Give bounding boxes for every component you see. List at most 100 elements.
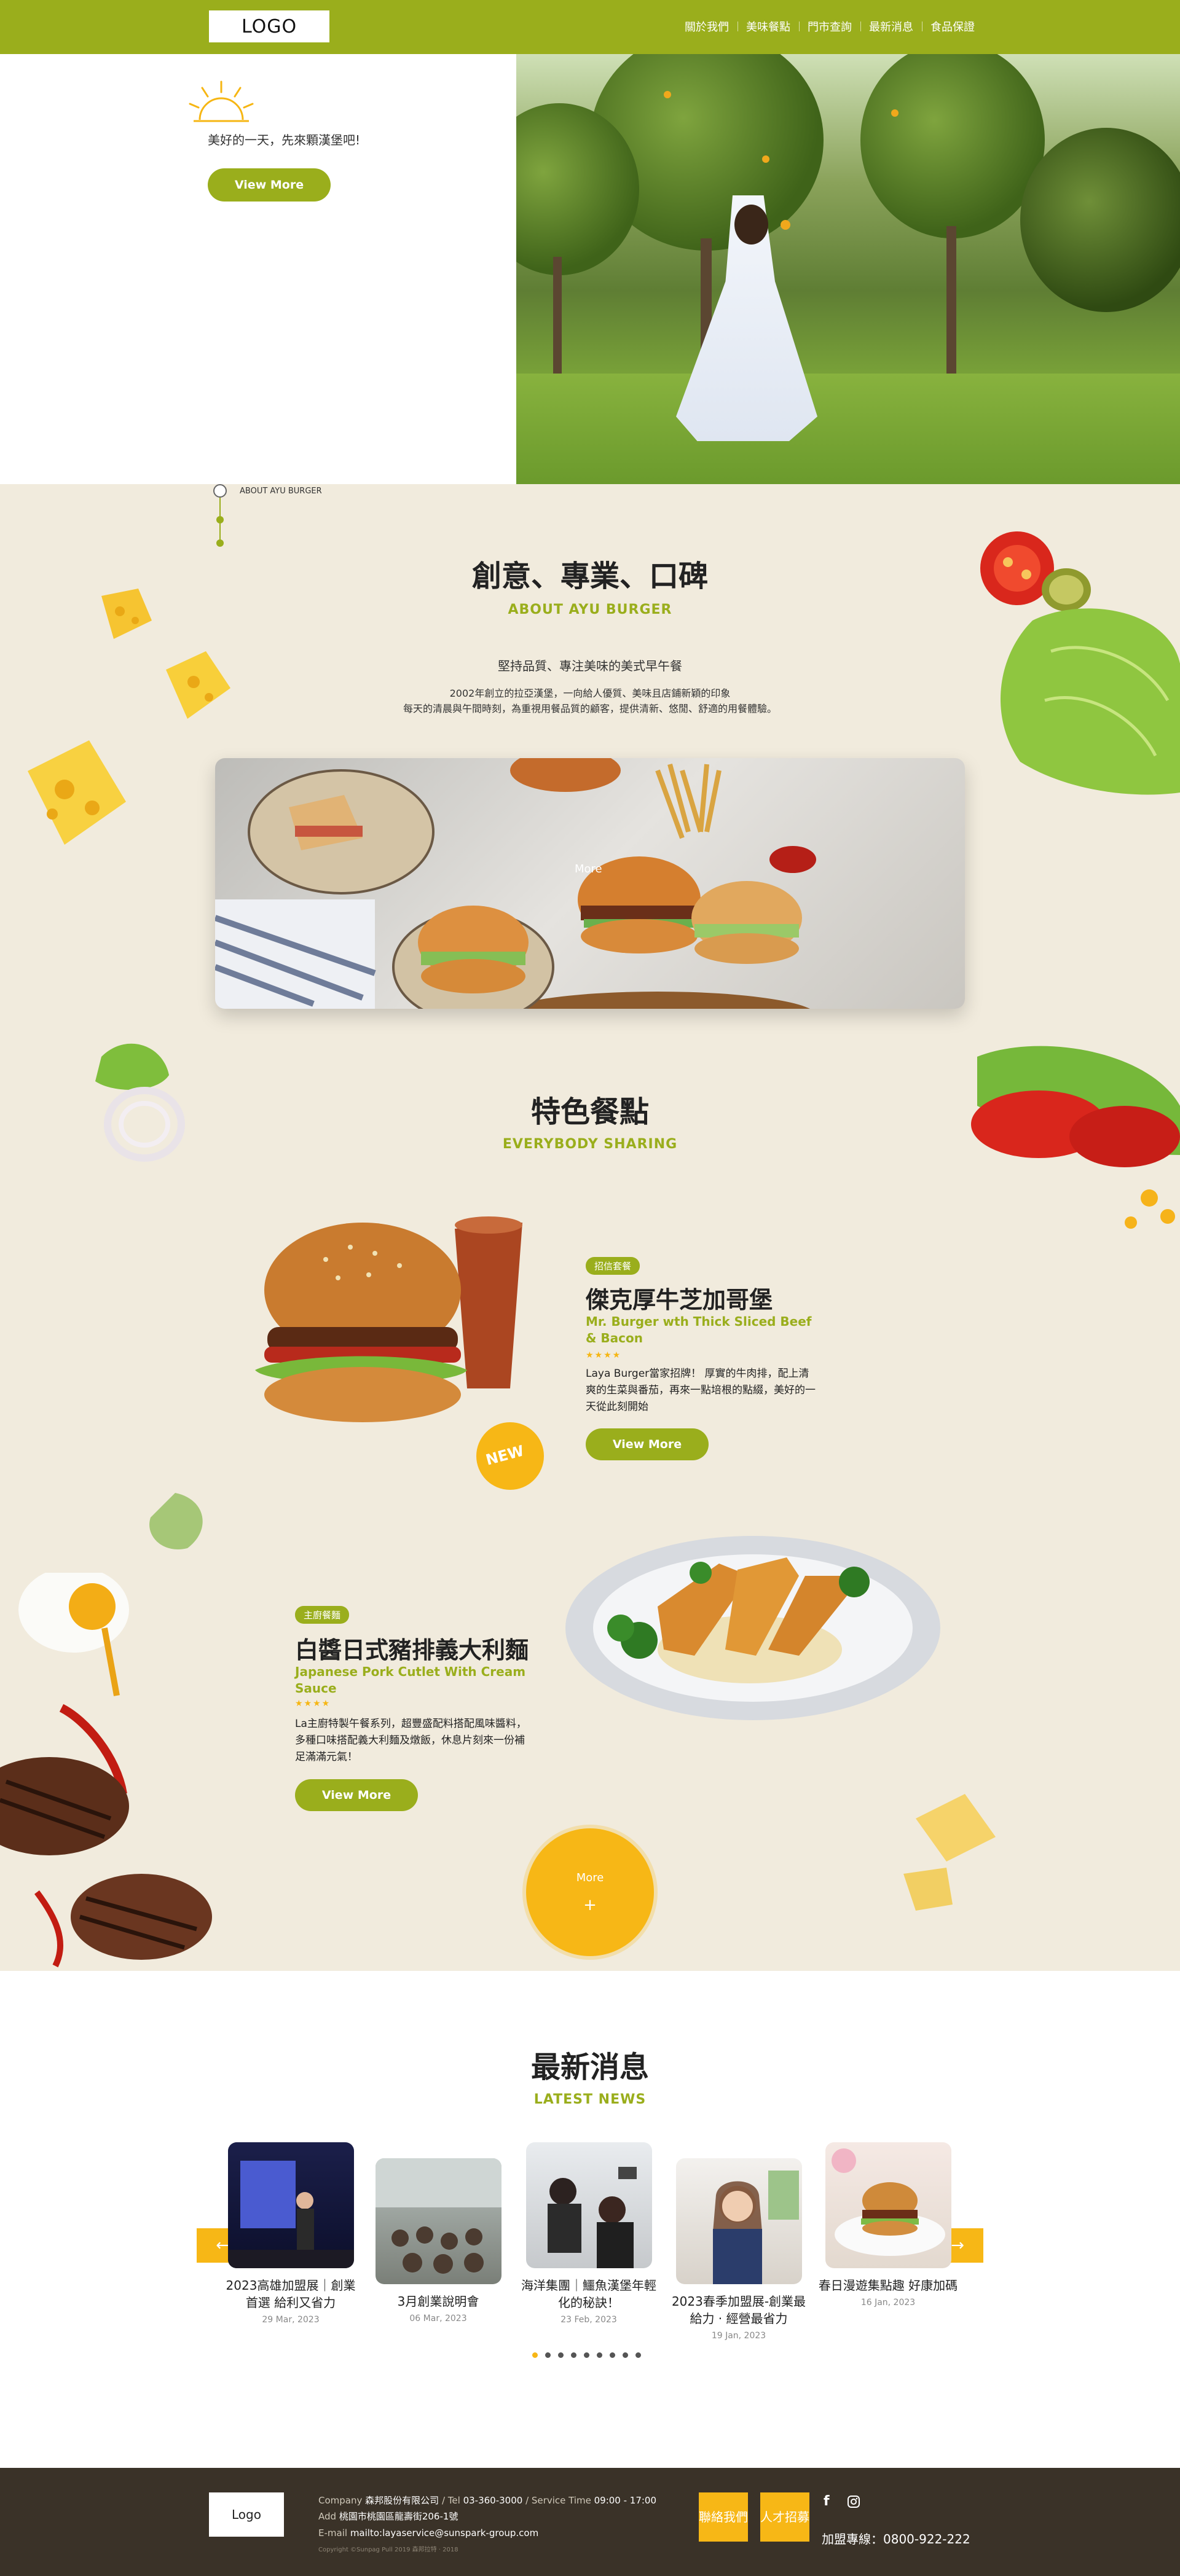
pagination-dot[interactable] bbox=[623, 2352, 628, 2358]
news-image bbox=[375, 2158, 502, 2284]
instagram-icon[interactable] bbox=[847, 2495, 860, 2508]
news-card[interactable]: 2023高雄加盟展｜創業首選 給利又省力 29 Mar, 2023 bbox=[220, 2142, 361, 2325]
plus-icon: + bbox=[583, 1896, 597, 1914]
pagination-dot[interactable] bbox=[610, 2352, 615, 2358]
news-title: 最新消息 bbox=[530, 2050, 649, 2085]
pagination-dot[interactable] bbox=[584, 2352, 589, 2358]
dish2-desc: La主廚特製午餐系列，超豐盛配料搭配風味醬料，多種口味搭配義大利麵及燉飯，休息片… bbox=[295, 1718, 527, 1764]
about-subtitle: ABOUT AYU BURGER bbox=[508, 602, 672, 617]
facebook-icon[interactable]: f bbox=[824, 2494, 830, 2509]
pagination-dot[interactable] bbox=[532, 2352, 538, 2358]
about-desc-2: 每天的清晨與午間時刻，為重視用餐品質的顧客，提供清新、悠閒、舒適的用餐體驗。 bbox=[403, 703, 777, 714]
news-card[interactable]: 3月創業說明會 06 Mar, 2023 bbox=[368, 2142, 509, 2323]
news-card[interactable]: 海洋集團｜鱷魚漢堡年輕化的秘訣！ 23 Feb, 2023 bbox=[518, 2142, 659, 2325]
site-header: LOGO 關於我們 美味餐點 門市查詢 最新消息 食品保證 bbox=[0, 0, 1180, 54]
news-title-text: 2023春季加盟展-創業最給力 ‧ 經營最省力 bbox=[671, 2294, 806, 2326]
timeline-dot bbox=[216, 516, 224, 523]
timeline-dot bbox=[213, 484, 227, 498]
address-label: Add bbox=[318, 2511, 337, 2523]
sun-icon bbox=[189, 80, 254, 122]
news-image bbox=[525, 2142, 652, 2268]
dish1-name: 傑克厚牛芝加哥堡 bbox=[586, 1286, 773, 1313]
service-label: Service Time bbox=[531, 2495, 591, 2506]
news-date: 16 Jan, 2023 bbox=[860, 2298, 916, 2308]
dish1-view-more-button[interactable]: View More bbox=[586, 1428, 709, 1460]
email-label: E-mail bbox=[318, 2527, 348, 2539]
steak-egg-image bbox=[0, 1573, 212, 1968]
news-card[interactable]: 2023春季加盟展-創業最給力 ‧ 經營最省力 19 Jan, 2023 bbox=[668, 2142, 809, 2341]
copyright: Copyright ©Sunpag Pull 2019 森邦拉特 · 2018 bbox=[318, 2547, 458, 2553]
news-title-text: 2023高雄加盟展｜創業首選 給利又省力 bbox=[226, 2278, 356, 2310]
pork-cutlet-pasta-image bbox=[565, 1536, 940, 1720]
nav-menu[interactable]: 美味餐點 bbox=[738, 18, 799, 34]
pagination-dot[interactable] bbox=[571, 2352, 576, 2358]
footer-logo[interactable]: Logo bbox=[209, 2492, 284, 2537]
franchise-hotline: 加盟專線：0800-922-222 bbox=[822, 2532, 970, 2547]
hero-tagline: 美好的一天，先來顆漢堡吧! bbox=[208, 133, 361, 147]
banner-more-link[interactable]: More bbox=[575, 863, 602, 875]
more-label: More bbox=[576, 1871, 604, 1884]
featured-title: 特色餐點 bbox=[530, 1095, 649, 1129]
news-title-text: 3月創業說明會 bbox=[397, 2294, 479, 2309]
news-title-text: 春日漫遊集點趣 好康加碼 bbox=[818, 2278, 958, 2293]
dish2-stars: ★★★★ bbox=[295, 1699, 331, 1709]
main-nav: 關於我們 美味餐點 門市查詢 最新消息 食品保證 bbox=[676, 18, 983, 34]
dish1-desc: Laya Burger當家招牌！ 厚實的牛肉排，配上清爽的生菜與番茄，再來一點培… bbox=[586, 1368, 816, 1414]
footer-info: Company 森邦股份有限公司 / Tel 03-360-3000 / Ser… bbox=[318, 2495, 657, 2539]
recruit-button[interactable]: 人才招募 bbox=[760, 2492, 809, 2542]
news-subtitle: LATEST NEWS bbox=[533, 2092, 647, 2107]
hero-photo bbox=[516, 54, 1180, 484]
featured-subtitle: EVERYBODY SHARING bbox=[502, 1137, 678, 1152]
site-footer: Logo Company 森邦股份有限公司 / Tel 03-360-3000 … bbox=[0, 2468, 1180, 2576]
email-link[interactable]: mailto:layaservice@sunspark-group.com bbox=[350, 2527, 538, 2539]
news-pagination bbox=[532, 2352, 641, 2358]
news-date: 29 Mar, 2023 bbox=[262, 2315, 320, 2325]
nav-news[interactable]: 最新消息 bbox=[860, 18, 922, 34]
news-image bbox=[675, 2158, 802, 2284]
news-title-text: 海洋集團｜鱷魚漢堡年輕化的秘訣！ bbox=[521, 2278, 656, 2310]
hero-intro bbox=[0, 54, 516, 484]
nav-stores[interactable]: 門市查詢 bbox=[799, 18, 860, 34]
about-lead: 堅持品質、專注美味的美式早午餐 bbox=[498, 659, 682, 673]
nav-about[interactable]: 關於我們 bbox=[676, 18, 738, 34]
woman-phone-image bbox=[712, 2171, 799, 2284]
more-menu-button[interactable]: More + bbox=[526, 1828, 654, 1956]
cheese-cube-image bbox=[28, 740, 126, 845]
stage-speaker-image bbox=[227, 2161, 354, 2268]
pagination-dot[interactable] bbox=[597, 2352, 602, 2358]
address: 桃園市桃園區龍壽街206-1號 bbox=[339, 2511, 458, 2523]
nav-food-safety[interactable]: 食品保證 bbox=[922, 18, 983, 34]
dish2-en-name: Japanese Pork Cutlet With Cream Sauce bbox=[295, 1664, 526, 1696]
interview-image bbox=[547, 2167, 637, 2268]
burger-table-illustration bbox=[215, 758, 816, 1009]
tel-value: 03-360-3000 bbox=[463, 2495, 523, 2506]
site-logo[interactable]: LOGO bbox=[209, 10, 329, 42]
burger-plate-image bbox=[831, 2148, 945, 2256]
news-card[interactable]: 春日漫遊集點趣 好康加碼 16 Jan, 2023 bbox=[817, 2142, 959, 2308]
seminar-room-image bbox=[375, 2158, 502, 2274]
news-date: 06 Mar, 2023 bbox=[409, 2314, 467, 2323]
cheese-cube-image bbox=[903, 1794, 996, 1911]
dish2-view-more-button[interactable]: View More bbox=[295, 1779, 418, 1811]
dish1-stars: ★★★★ bbox=[586, 1350, 622, 1360]
news-date: 23 Feb, 2023 bbox=[560, 2315, 617, 2325]
news-image bbox=[825, 2142, 951, 2268]
news-image bbox=[227, 2142, 354, 2268]
company-label: Company bbox=[318, 2495, 363, 2506]
dish1-badge: 招信套餐 bbox=[586, 1257, 640, 1275]
pagination-dot[interactable] bbox=[545, 2352, 551, 2358]
news-date: 19 Jan, 2023 bbox=[711, 2331, 766, 2341]
timeline-label: ABOUT AYU BURGER bbox=[240, 487, 322, 496]
contact-us-button[interactable]: 聯絡我們 bbox=[699, 2492, 748, 2542]
about-desc-1: 2002年創立的拉亞漢堡，一向給人優質、美味且店鋪新穎的印象 bbox=[449, 687, 731, 699]
dish2-badge: 主廚餐麵 bbox=[295, 1606, 350, 1624]
dish1-en-name: Mr. Burger wth Thick Sliced Beef & Bacon bbox=[586, 1314, 812, 1345]
lettuce-leaf-image bbox=[149, 1493, 203, 1549]
pagination-dot[interactable] bbox=[635, 2352, 641, 2358]
service-time: 09:00 - 17:00 bbox=[594, 2495, 657, 2506]
about-title: 創意、專業、口碑 bbox=[471, 559, 708, 593]
hero-view-more-button[interactable]: View More bbox=[208, 168, 331, 202]
burger-table-photo: More bbox=[215, 758, 965, 1009]
tomato-lettuce-image bbox=[971, 1046, 1180, 1229]
pagination-dot[interactable] bbox=[558, 2352, 564, 2358]
